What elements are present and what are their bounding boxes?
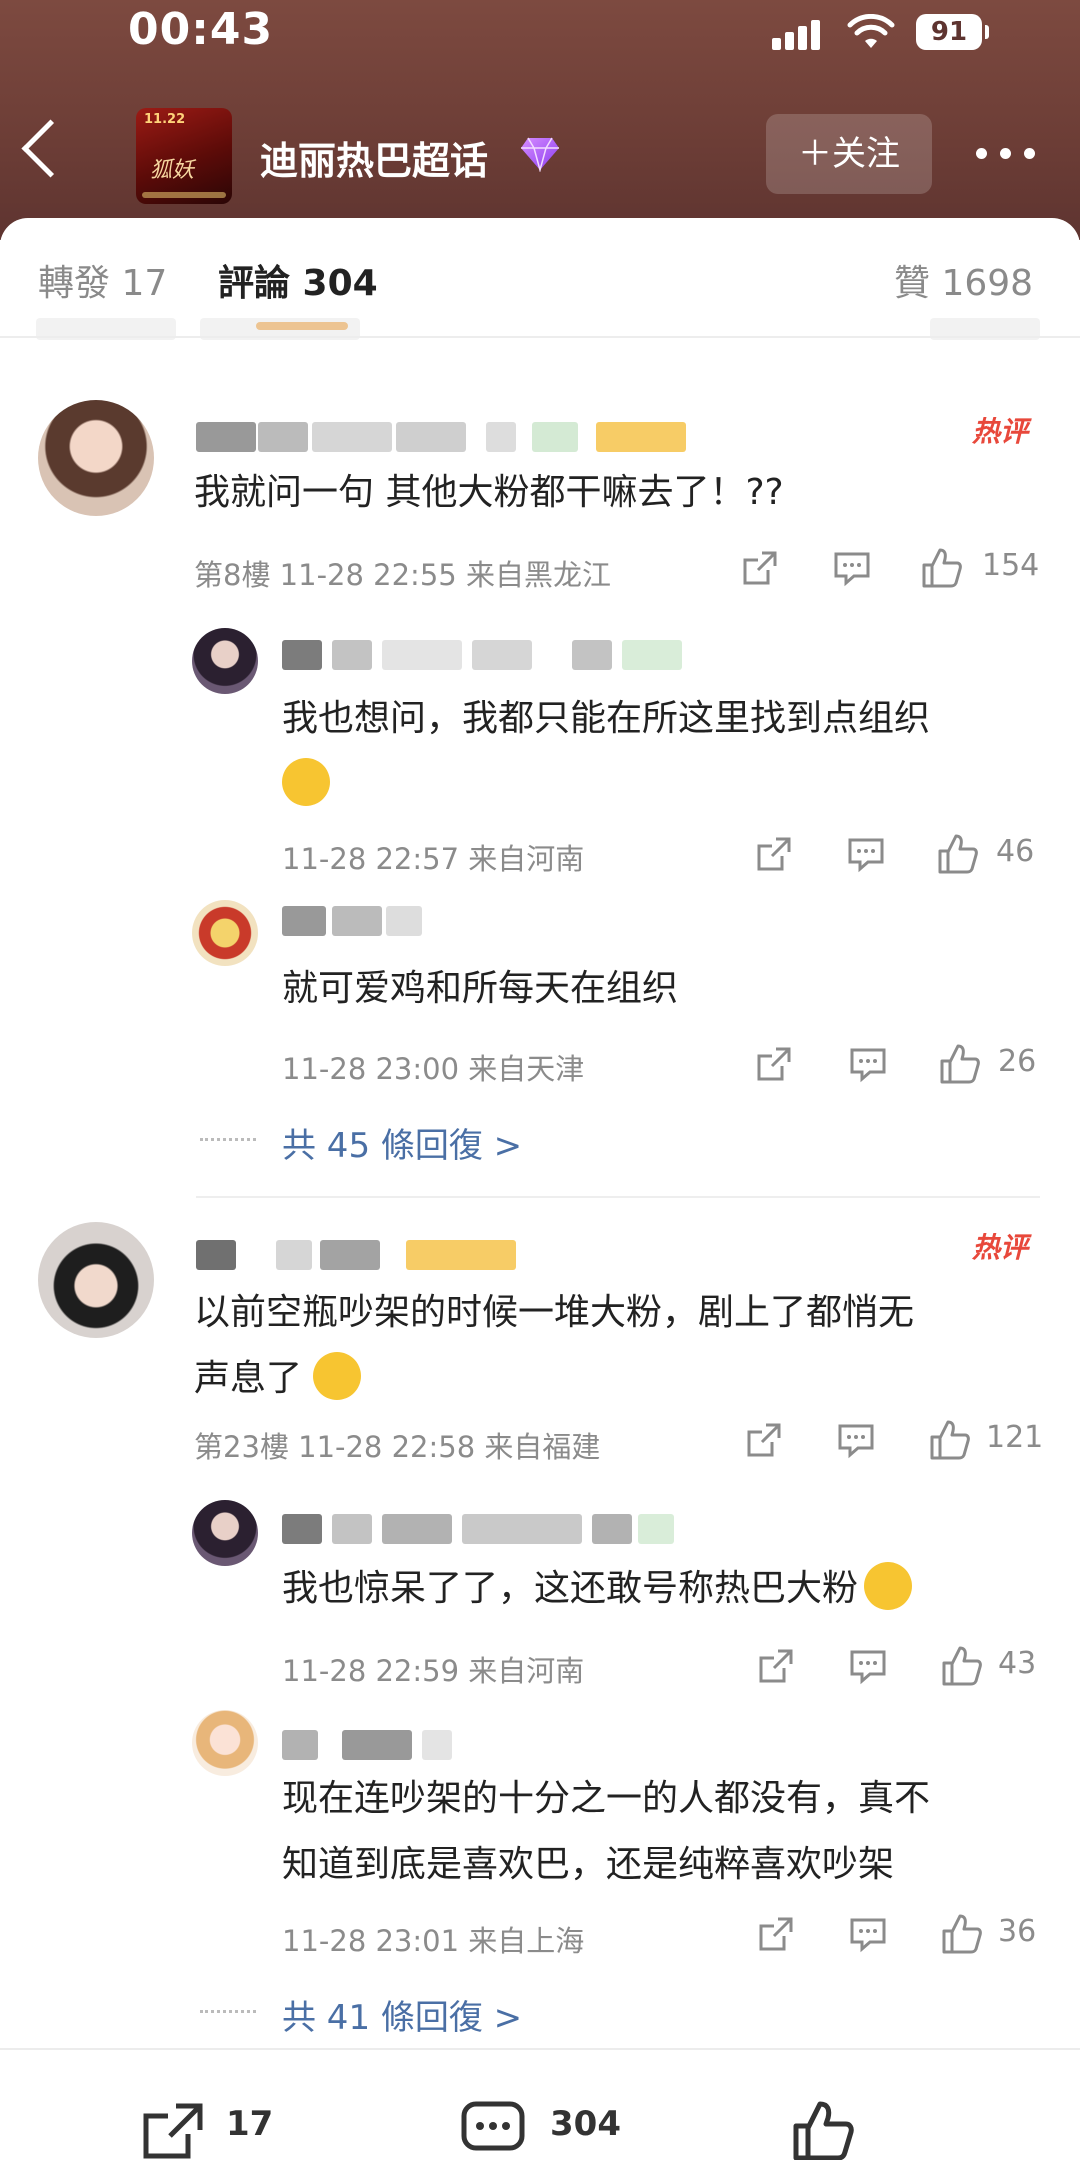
thumbs-up-icon xyxy=(942,1646,982,1686)
share-icon xyxy=(743,551,777,585)
repost-button[interactable] xyxy=(740,548,780,592)
share-icon xyxy=(757,837,791,871)
reply-button[interactable] xyxy=(846,834,886,878)
username-blurred[interactable] xyxy=(282,1514,682,1548)
back-button[interactable] xyxy=(21,119,80,178)
avatar[interactable] xyxy=(38,1222,154,1338)
repost-action[interactable]: 17 xyxy=(140,2100,300,2160)
divider xyxy=(196,1196,1040,1198)
more-replies-link[interactable]: 共 45 條回復 > xyxy=(282,1118,522,1167)
tab-bar: 轉發 17 評論 304 贊 1698 xyxy=(0,218,1080,340)
hot-comment-badge: 热评 xyxy=(972,415,1029,448)
thumbs-up-icon xyxy=(793,2101,854,2161)
status-bar: 00:43 91 xyxy=(0,0,1080,70)
comment-text: 我就问一句 其他大粉都干嘛去了！?? xyxy=(194,472,784,513)
comment-icon xyxy=(850,1650,886,1685)
reply-meta: 11-28 22:59 来自河南 xyxy=(282,1654,585,1688)
like-button[interactable]: 154 xyxy=(920,546,1040,590)
bottom-action-bar: 17 304 xyxy=(0,2048,1080,2161)
wifi-icon xyxy=(847,14,895,48)
username-blurred[interactable] xyxy=(282,906,442,940)
repost-button[interactable] xyxy=(756,1914,796,1958)
reply-text: 我也想问，我都只能在所这里找到点组织 xyxy=(282,686,930,818)
comment-meta: 第23樓 11-28 22:58 来自福建 xyxy=(194,1430,601,1464)
reply-button[interactable] xyxy=(848,1646,888,1690)
divider xyxy=(0,336,1080,338)
share-icon xyxy=(143,2103,203,2159)
username-blurred[interactable] xyxy=(196,422,696,456)
status-time: 00:43 xyxy=(128,4,274,55)
reply-button[interactable] xyxy=(848,1914,888,1958)
topic-cover-image[interactable]: 11.22 狐妖 xyxy=(136,108,232,204)
thumbs-up-icon xyxy=(938,834,978,874)
comment-icon xyxy=(850,1048,886,1083)
username-blurred[interactable] xyxy=(282,640,692,674)
battery-icon: 91 xyxy=(916,14,989,50)
smile-emoji-icon xyxy=(313,1352,362,1400)
thumbs-up-icon xyxy=(922,548,962,588)
follow-button[interactable]: ＋关注 xyxy=(766,114,932,194)
topic-header: 00:43 91 11.22 狐妖 迪丽热巴超话 ＋关注 xyxy=(0,0,1080,240)
repost-button[interactable] xyxy=(754,834,794,878)
reply-button[interactable] xyxy=(836,1420,876,1464)
repost-button[interactable] xyxy=(744,1420,784,1464)
tab-comments[interactable]: 評論 304 xyxy=(218,254,378,306)
crying-emoji-icon xyxy=(864,1562,913,1610)
repost-button[interactable] xyxy=(756,1646,796,1690)
like-button[interactable]: 43 xyxy=(940,1644,1050,1688)
like-button[interactable]: 121 xyxy=(928,1418,1048,1462)
thumbs-up-icon xyxy=(930,1420,970,1460)
avatar[interactable] xyxy=(38,400,154,516)
like-button[interactable]: 36 xyxy=(940,1912,1050,1956)
share-icon xyxy=(747,1423,781,1457)
share-icon xyxy=(759,1649,793,1683)
share-icon xyxy=(757,1047,791,1081)
username-blurred[interactable] xyxy=(196,1240,526,1274)
reply-meta: 11-28 22:57 来自河南 xyxy=(282,842,585,876)
reply-meta: 11-28 23:01 来自上海 xyxy=(282,1924,585,1958)
avatar[interactable] xyxy=(192,628,258,694)
like-action[interactable] xyxy=(790,2100,860,2161)
reply-text: 现在连吵架的十分之一的人都没有，真不 知道到底是喜欢巴，还是纯粹喜欢吵架 xyxy=(282,1778,931,1885)
reply-button[interactable] xyxy=(832,548,872,592)
tab-reposts[interactable]: 轉發 17 xyxy=(38,254,167,306)
share-icon xyxy=(759,1917,793,1951)
replies-dots xyxy=(200,1138,256,1145)
comment-icon xyxy=(850,1918,886,1953)
thumbs-up-icon xyxy=(942,1914,982,1954)
more-replies-link[interactable]: 共 41 條回復 > xyxy=(282,1990,522,2039)
avatar[interactable] xyxy=(192,900,258,966)
comment-meta: 第8樓 11-28 22:55 来自黑龙江 xyxy=(194,558,611,592)
topic-title[interactable]: 迪丽热巴超话 xyxy=(260,130,488,185)
tab-likes[interactable]: 贊 1698 xyxy=(894,254,1033,306)
diamond-icon xyxy=(521,137,559,172)
thumbs-up-icon xyxy=(940,1044,980,1084)
reply-button[interactable] xyxy=(848,1044,888,1088)
reply-text: 就可爱鸡和所每天在组织 xyxy=(282,968,679,1009)
reply-meta: 11-28 23:00 来自天津 xyxy=(282,1052,585,1086)
like-button[interactable]: 26 xyxy=(938,1042,1048,1086)
laughing-crying-emoji-icon xyxy=(282,758,330,806)
hot-comment-badge: 热评 xyxy=(972,1231,1029,1264)
comment-text: 以前空瓶吵架的时候一堆大粉，剧上了都悄无 声息了 xyxy=(194,1292,915,1400)
avatar[interactable] xyxy=(192,1500,258,1566)
reply-text: 我也惊呆了了，这还敢号称热巴大粉 xyxy=(282,1556,913,1622)
avatar[interactable] xyxy=(192,1710,258,1776)
comment-icon xyxy=(838,1424,874,1459)
username-blurred[interactable] xyxy=(282,1730,462,1764)
more-options-icon[interactable] xyxy=(976,142,1046,162)
like-button[interactable]: 46 xyxy=(936,832,1046,876)
replies-dots xyxy=(200,2010,256,2017)
comment-icon xyxy=(834,552,870,587)
comment-icon xyxy=(848,838,884,873)
cellular-signal-icon xyxy=(772,20,822,50)
comment-icon xyxy=(461,2101,525,2151)
repost-button[interactable] xyxy=(754,1044,794,1088)
comment-action[interactable]: 304 xyxy=(460,2100,640,2160)
